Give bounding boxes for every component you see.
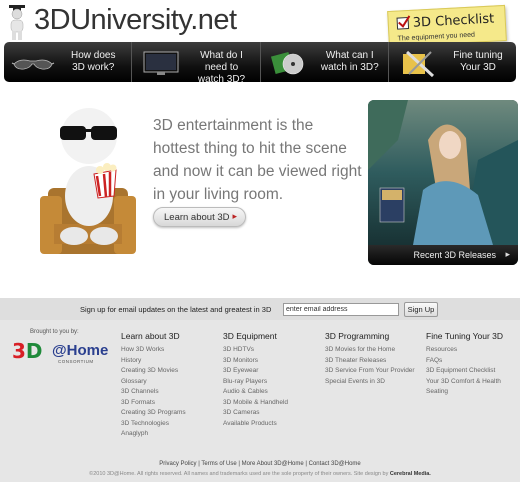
footer-link[interactable]: 3D Channels (121, 387, 221, 398)
footer-column-equipment: 3D Equipment 3D HDTVs 3D Monitors 3D Eye… (223, 331, 323, 429)
footer-link[interactable]: 3D Mobile & Handheld (223, 398, 323, 409)
footer-link[interactable]: Glossary (121, 377, 221, 388)
3d-glasses-icon (11, 59, 55, 70)
footer-link[interactable]: 3D Eyewear (223, 366, 323, 377)
email-signup: Sign up for email updates on the latest … (0, 298, 520, 320)
tv-icon (143, 51, 179, 75)
arrow-right-icon: ▸ (505, 249, 510, 259)
footer-column-programming: 3D Programming 3D Movies for the Home 3D… (325, 331, 425, 387)
nav-item-what-do-i-need[interactable]: What do I need to watch 3D? (132, 42, 261, 85)
column-heading: 3D Equipment (223, 331, 277, 341)
site-logo[interactable]: 3DUniversity.net (34, 4, 237, 37)
footer-link[interactable]: Seating (426, 387, 520, 398)
recent-releases-panel[interactable]: Recent 3D Releases ▸ (368, 100, 518, 265)
footer-link[interactable]: Creating 3D Programs (121, 408, 221, 419)
column-heading: Learn about 3D (121, 331, 180, 341)
email-input[interactable] (283, 303, 399, 316)
3d-mascot-image (40, 108, 136, 254)
graduate-figure-icon (9, 5, 25, 40)
footer-link[interactable]: FAQs (426, 356, 520, 367)
copyright-text: ©2010 3D@Home. All rights reserved. All … (89, 471, 389, 477)
signup-label: Sign up for email updates on the latest … (80, 305, 272, 314)
nav-label: How does 3D work? (71, 50, 116, 73)
bluray-disc-icon (270, 51, 303, 75)
checklist-title: 3D Checklist (412, 11, 495, 31)
privacy-policy-link[interactable]: Privacy Policy (159, 461, 196, 467)
logo-at-home: @Home (52, 342, 109, 359)
legal-links: Privacy Policy | Terms of Use | More Abo… (159, 461, 361, 467)
checklist-subtitle: The equipment you need (397, 31, 476, 43)
terms-of-use-link[interactable]: Terms of Use (201, 461, 236, 467)
footer-link[interactable]: 3D Monitors (223, 356, 323, 367)
nav-label: Fine tuning Your 3D (453, 50, 503, 73)
copyright: ©2010 3D@Home. All rights reserved. All … (0, 471, 520, 477)
footer-link[interactable]: History (121, 356, 221, 367)
designer-link[interactable]: Cerebral Media. (390, 471, 431, 477)
column-heading: 3D Programming (325, 331, 390, 341)
nav-item-fine-tuning[interactable]: Fine tuning Your 3D (389, 42, 516, 82)
footer-link[interactable]: 3D Formats (121, 398, 221, 409)
contact-link[interactable]: Contact 3D@Home (309, 461, 361, 467)
nav-label: What can I watch in 3D? (320, 50, 379, 73)
logo-3d: 3D (12, 339, 43, 363)
hero: 3D entertainment is the hottest thing to… (0, 82, 520, 298)
header: 3DUniversity.net 3D Checklist The equipm… (0, 0, 520, 48)
checkbox-icon (396, 15, 411, 30)
arrow-right-icon: ▸ (232, 211, 237, 221)
footer-link[interactable]: Anaglyph (121, 429, 221, 440)
footer-link[interactable]: Audio & Cables (223, 387, 323, 398)
footer-link[interactable]: 3D Service From Your Provider (325, 366, 425, 377)
recent-releases-label: Recent 3D Releases (413, 250, 496, 260)
learn-button-label: Learn about 3D (164, 212, 230, 223)
footer: Sign up for email updates on the latest … (0, 298, 520, 482)
3d-at-home-logo[interactable]: 3D @Home CONSORTIUM (12, 339, 108, 369)
sign-up-button[interactable]: Sign Up (404, 302, 438, 317)
footer-link[interactable]: How 3D Works (121, 345, 221, 356)
learn-about-3d-button[interactable]: Learn about 3D ▸ (153, 207, 246, 227)
nav-label: What do I need to watch 3D? (197, 50, 246, 85)
brought-by-label: Brought to you by: (30, 329, 79, 335)
footer-link[interactable]: 3D Cameras (223, 408, 323, 419)
footer-link[interactable]: Your 3D Comfort & Health (426, 377, 520, 388)
footer-link[interactable]: 3D Theater Releases (325, 356, 425, 367)
main-nav: How does 3D work? What do I need to watc… (4, 42, 516, 85)
footer-link[interactable]: 3D Technologies (121, 419, 221, 430)
movie-poster-image (368, 100, 518, 245)
footer-link[interactable]: 3D Equipment Checklist (426, 366, 520, 377)
footer-link[interactable]: 3D HDTVs (223, 345, 323, 356)
checklist-note[interactable]: 3D Checklist The equipment you need (387, 4, 507, 48)
nav-item-how-3d-works[interactable]: How does 3D work? (4, 42, 133, 82)
footer-link[interactable]: Resources (426, 345, 520, 356)
column-heading: Fine Tuning Your 3D (426, 331, 504, 341)
footer-link[interactable]: Creating 3D Movies (121, 366, 221, 377)
footer-link[interactable]: Available Products (223, 419, 323, 430)
more-about-link[interactable]: More About 3D@Home (242, 461, 304, 467)
footer-column-fine-tuning: Fine Tuning Your 3D Resources FAQs 3D Eq… (426, 331, 520, 398)
tools-icon (402, 50, 434, 78)
hero-tagline: 3D entertainment is the hottest thing to… (153, 117, 362, 203)
footer-link[interactable]: Blu-ray Players (223, 377, 323, 388)
releases-bar[interactable]: Recent 3D Releases ▸ (368, 245, 518, 265)
footer-column-learn: Learn about 3D How 3D Works History Crea… (121, 331, 221, 440)
footer-link[interactable]: Special Events in 3D (325, 377, 425, 388)
logo-consortium: CONSORTIUM (58, 359, 94, 364)
nav-item-what-can-i-watch[interactable]: What can I watch in 3D? (261, 42, 389, 82)
footer-link[interactable]: 3D Movies for the Home (325, 345, 425, 356)
